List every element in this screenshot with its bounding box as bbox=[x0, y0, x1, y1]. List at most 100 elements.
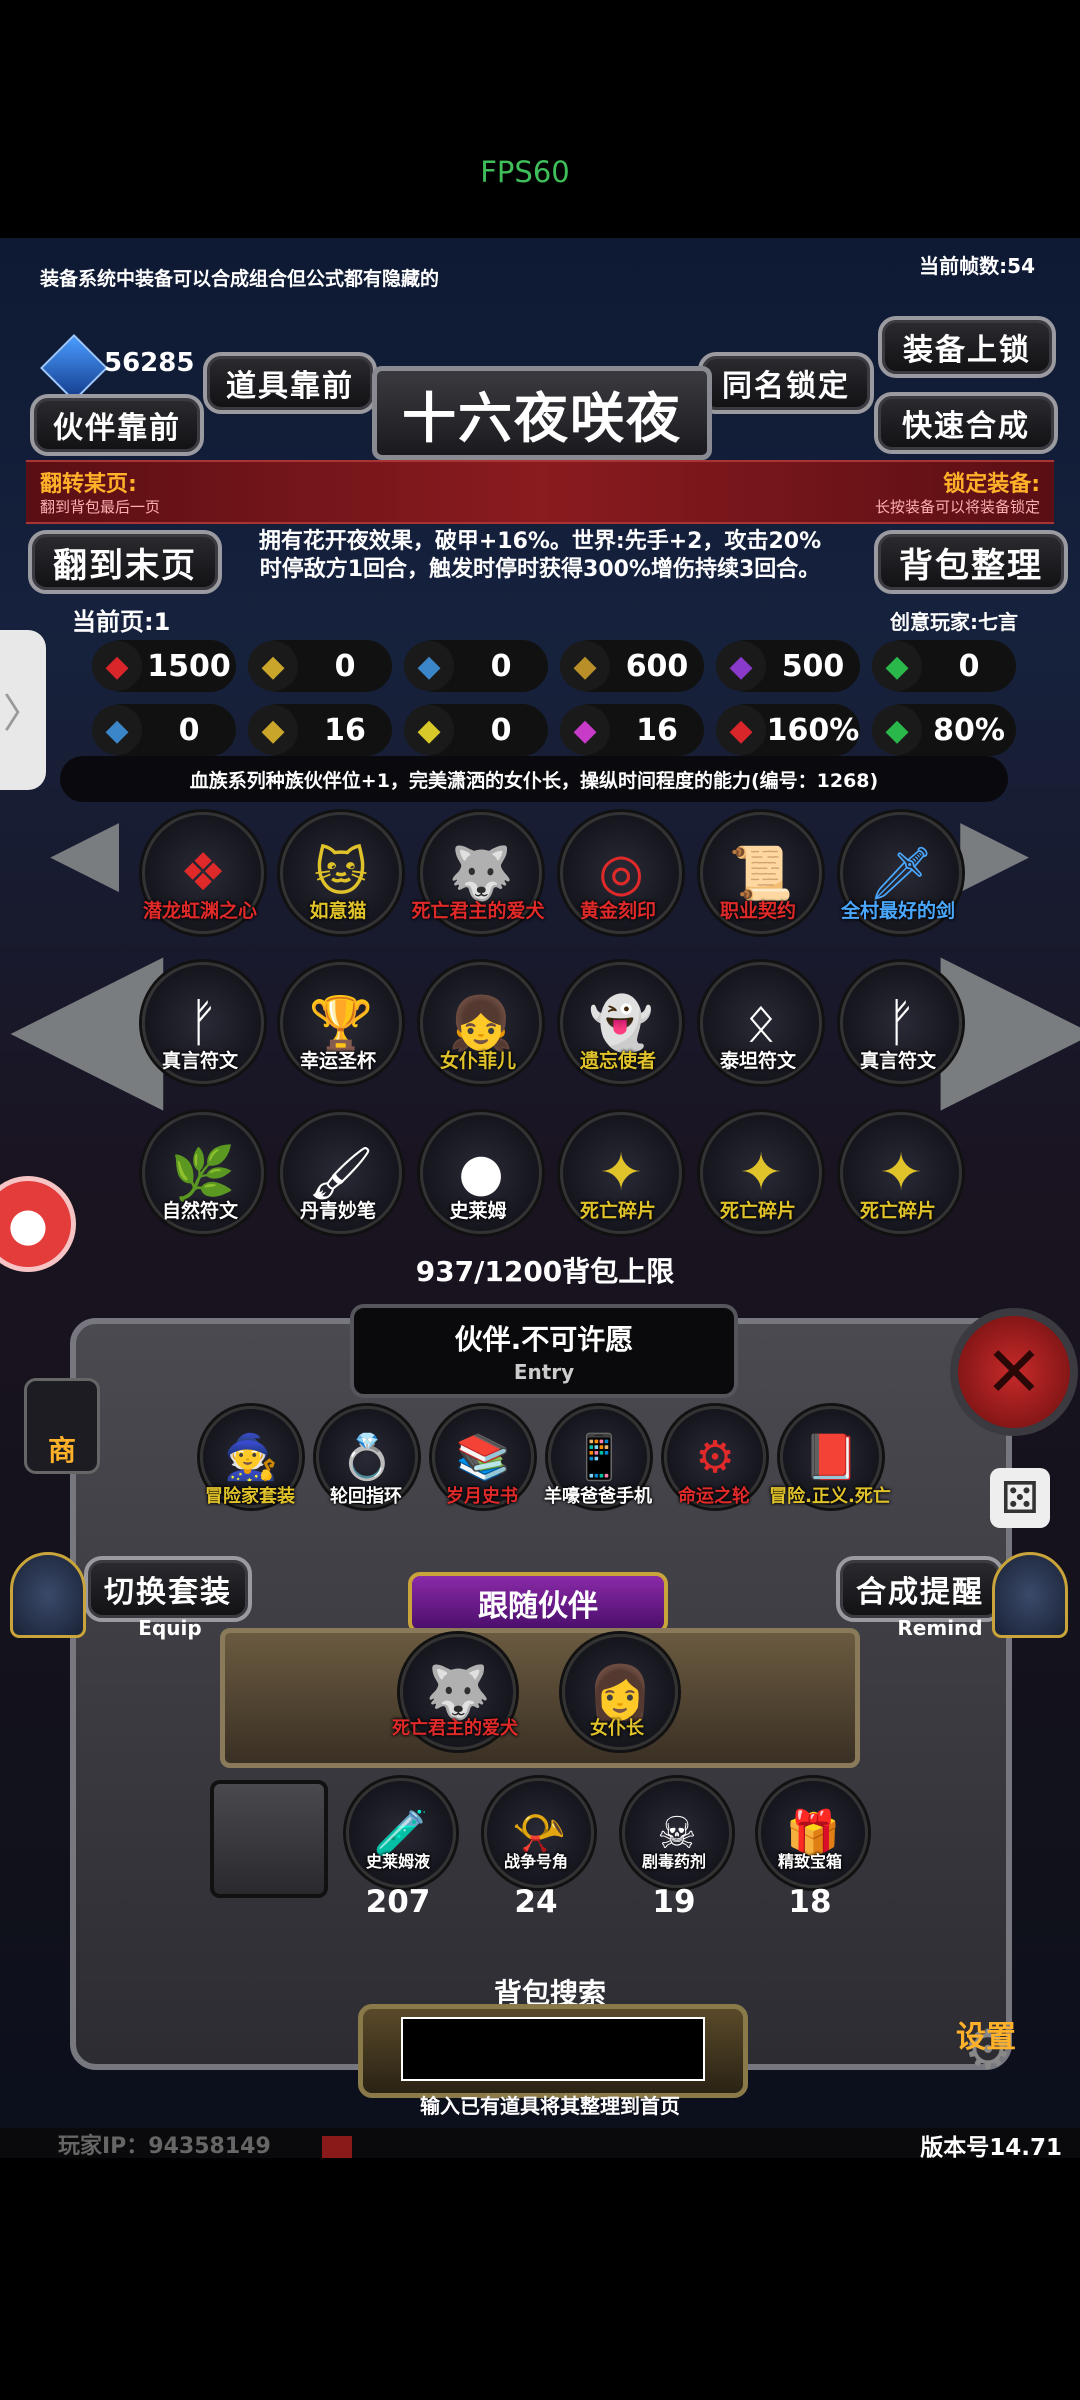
death-shard-icon: ✦ bbox=[879, 1143, 923, 1203]
block-icon: ◆ bbox=[404, 705, 454, 755]
bag-slot[interactable]: ᛟ bbox=[700, 962, 822, 1084]
bag-slot[interactable]: ✦ bbox=[840, 1112, 962, 1234]
equipment-slot[interactable]: ⚙ bbox=[664, 1406, 766, 1508]
stat-6: ◆ 0 bbox=[872, 640, 1016, 692]
hint-banner: 翻转某页: 翻到背包最后一页 锁定装备: 长按装备可以将装备锁定 bbox=[26, 460, 1054, 524]
equip-lock-button[interactable]: 装备上锁 bbox=[878, 316, 1056, 378]
wolf-icon: 🐺 bbox=[448, 843, 514, 904]
bag-slot[interactable]: ❖ bbox=[142, 812, 264, 934]
equipment-slot[interactable]: 📱 bbox=[548, 1406, 650, 1508]
compose-remind-button[interactable]: 合成提醒 bbox=[836, 1556, 1004, 1622]
damage-reduce-icon: ◆ bbox=[872, 705, 922, 755]
character-description: 拥有花开夜效果，破甲+16%。世界:先手+2，攻击20% 时停敌方1回合，触发时… bbox=[230, 528, 850, 584]
bag-slot[interactable]: 🌿 bbox=[142, 1112, 264, 1234]
equipment-slot[interactable]: 📚 bbox=[432, 1406, 534, 1508]
lightning-icon: ◆ bbox=[716, 641, 766, 691]
contract-icon: 📜 bbox=[728, 843, 794, 904]
stats-row-primary: ◆ 1500 ◆ 0 ◆ 0 ◆ 600 ◆ 500 ◆ 0 bbox=[92, 640, 1016, 692]
bag-slot[interactable]: 📜 bbox=[700, 812, 822, 934]
close-button[interactable]: ✕ bbox=[950, 1308, 1078, 1436]
equipment-slot[interactable]: 💍 bbox=[316, 1406, 418, 1508]
bag-slot[interactable]: ᚠ bbox=[142, 962, 264, 1084]
follower-slot[interactable]: 👩 bbox=[562, 1634, 678, 1750]
bag-slot[interactable]: 🗡 bbox=[840, 812, 962, 934]
close-icon: ✕ bbox=[984, 1331, 1044, 1413]
fast-compose-button[interactable]: 快速合成 bbox=[874, 392, 1058, 454]
current-page: 当前页:1 bbox=[72, 608, 171, 636]
partner-info: 血族系列种族伙伴位+1，完美潇洒的女仆长，操纵时间程度的能力(编号：1268) bbox=[60, 756, 1008, 802]
frame-count: 当前帧数:54 bbox=[919, 254, 1035, 278]
stat-6: ◆80%减伤 bbox=[872, 704, 1016, 773]
settings-label[interactable]: 设置 bbox=[956, 2012, 1016, 2056]
armor-icon: ◆ bbox=[404, 641, 454, 691]
bag-slot[interactable]: 🏆 bbox=[280, 962, 402, 1084]
character-title: 十六夜咲夜 bbox=[372, 366, 712, 460]
bag-slot[interactable]: 🐺 bbox=[420, 812, 542, 934]
consumable-slot[interactable]: 📯 bbox=[484, 1778, 594, 1888]
compose-remind-sub: Remind bbox=[897, 1616, 983, 1640]
dodge-icon: ◆ bbox=[92, 705, 142, 755]
slime-icon: ● bbox=[458, 1143, 504, 1203]
shop-button[interactable]: 商 bbox=[24, 1378, 100, 1474]
wolf-icon: 🐺 bbox=[425, 1662, 491, 1723]
stat-value: 80% bbox=[933, 712, 1005, 748]
sort-bag-button[interactable]: 背包整理 bbox=[874, 530, 1068, 594]
switch-set-button[interactable]: 切换套装 bbox=[84, 1556, 252, 1622]
stat-value: 0 bbox=[490, 648, 512, 684]
helmet-right-icon bbox=[992, 1552, 1068, 1638]
item-front-button[interactable]: 道具靠前 bbox=[203, 352, 377, 414]
brush-icon: 🖌 bbox=[307, 1143, 374, 1204]
fps-indicator: FPS60 bbox=[480, 155, 570, 189]
page-prev-arrow[interactable]: ◀ bbox=[10, 918, 164, 1118]
heart-icon: ◆ bbox=[92, 641, 142, 691]
consumable-slot[interactable]: 🎁 bbox=[758, 1778, 868, 1888]
death-shard-icon: ✦ bbox=[739, 1143, 783, 1203]
heart-crystal-icon: ❖ bbox=[179, 843, 227, 903]
follower-slot[interactable]: 🐺 bbox=[400, 1634, 516, 1750]
follower-shelf bbox=[220, 1628, 860, 1768]
nyan-cat-icon: 🐱 bbox=[313, 843, 369, 903]
rune-icon: ᚠ bbox=[187, 993, 219, 1053]
search-hint: 输入已有道具将其整理到首页 bbox=[420, 2094, 680, 2118]
entry-sub: Entry bbox=[513, 1360, 575, 1384]
chest-icon: 🎁 bbox=[785, 1808, 841, 1859]
book-icon: 📚 bbox=[455, 1432, 511, 1483]
maid-chief-icon: 👩 bbox=[587, 1662, 653, 1723]
bag-slot[interactable]: ◎ bbox=[560, 812, 682, 934]
bag-slot[interactable]: 🐱 bbox=[280, 812, 402, 934]
empty-slot-icon[interactable] bbox=[210, 1780, 328, 1898]
consumable-slot[interactable]: 🧪 bbox=[346, 1778, 456, 1888]
bag-slot[interactable]: 👧 bbox=[420, 962, 542, 1084]
bag-slot[interactable]: ᚠ bbox=[840, 962, 962, 1084]
stat-2: ◆ 0 bbox=[248, 640, 392, 692]
stat-5: ◆ 500 bbox=[716, 640, 860, 692]
same-name-lock-button[interactable]: 同名锁定 bbox=[698, 352, 874, 414]
switch-set-sub: Equip bbox=[138, 1616, 202, 1640]
lock-label: 锁定装备: bbox=[943, 472, 1040, 497]
horn-icon: 📯 bbox=[511, 1808, 567, 1859]
bag-slot[interactable]: ● bbox=[420, 1112, 542, 1234]
equipment-slot[interactable]: 📕 bbox=[780, 1406, 882, 1508]
stat-value: 16 bbox=[636, 712, 678, 748]
entry-title: 伙伴.不可许愿 bbox=[454, 1323, 634, 1356]
bag-slot[interactable]: ✦ bbox=[560, 1112, 682, 1234]
strength-icon: ◆ bbox=[248, 641, 298, 691]
partner-front-button[interactable]: 伙伴靠前 bbox=[30, 394, 204, 456]
side-drawer-handle[interactable]: 〉 bbox=[0, 630, 46, 790]
creator-label: 创意玩家:七言 bbox=[890, 610, 1018, 634]
bag-slot[interactable]: 👻 bbox=[560, 962, 682, 1084]
player-ip: 玩家IP：94358149 bbox=[58, 2134, 271, 2158]
bag-slot[interactable]: ✦ bbox=[700, 1112, 822, 1234]
equipment-slot[interactable]: 🧙 bbox=[200, 1406, 302, 1508]
version-label: 版本号14.71 bbox=[920, 2135, 1062, 2158]
consumable-slot[interactable]: ☠ bbox=[622, 1778, 732, 1888]
bag-slot[interactable]: 🖌 bbox=[280, 1112, 402, 1234]
page-next-small-arrow[interactable]: ▶ bbox=[960, 798, 1029, 903]
page-prev-small-arrow[interactable]: ◀ bbox=[50, 798, 119, 903]
search-input[interactable] bbox=[401, 2017, 705, 2081]
stat-2: ◆16暴击 bbox=[248, 704, 392, 773]
stat-value: 500 bbox=[781, 648, 845, 684]
last-page-button[interactable]: 翻到末页 bbox=[28, 530, 222, 594]
dice-icon[interactable]: ⚄ bbox=[990, 1468, 1050, 1528]
entry-plate: 伙伴.不可许愿 Entry bbox=[350, 1304, 738, 1398]
